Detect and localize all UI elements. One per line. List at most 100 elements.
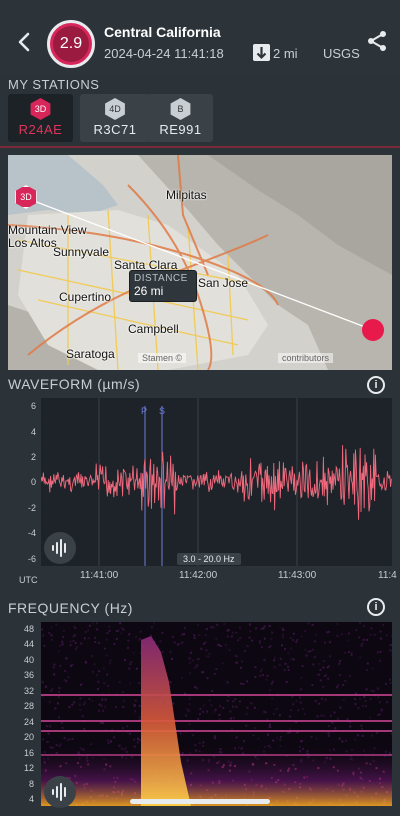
waveform-info-icon[interactable]: i [367, 376, 385, 394]
spectrogram-cell [246, 680, 249, 683]
spectrogram-cell [72, 635, 75, 638]
waveform-plot[interactable]: P S [40, 398, 392, 566]
waveform-audio-button[interactable] [44, 532, 76, 564]
spectrogram-cell [134, 699, 137, 702]
spectrogram-cell [119, 622, 122, 625]
spectrogram-cell [263, 625, 266, 628]
spectrogram-cell [258, 640, 261, 643]
spectrogram-cell [354, 703, 357, 706]
spectrogram-cell [391, 732, 392, 735]
spectrogram-cell [57, 702, 59, 705]
frequency-info-icon[interactable]: i [367, 598, 385, 616]
spectrogram-cell [173, 641, 176, 644]
spectrogram-cell [205, 649, 208, 652]
spectrogram-cell [210, 704, 213, 707]
spectrogram-cell [292, 703, 295, 706]
spectrogram-cell [72, 639, 75, 642]
frequency-y-tick: 48 [23, 624, 34, 634]
spectrogram-cell [279, 657, 282, 660]
spectrogram-cell [379, 659, 382, 662]
spectrogram-cell [232, 700, 235, 703]
spectrogram-cell [102, 722, 105, 724]
spectrogram-audio-button[interactable] [44, 776, 76, 808]
spectrogram-cell [67, 676, 70, 679]
station-tab-re991[interactable]: B RE991 [148, 94, 213, 142]
station-tab-r3c71[interactable]: 4D R3C71 [80, 94, 150, 142]
home-indicator[interactable] [130, 799, 270, 804]
spectrogram-cell [105, 638, 108, 641]
spectrogram-cell [98, 642, 100, 644]
spectrogram-cell [268, 625, 271, 627]
source-label: USGS [323, 46, 360, 61]
spectrogram-cell [362, 624, 365, 627]
map-attribution[interactable]: Stamen © [138, 353, 187, 363]
spectrogram-cell [336, 686, 338, 689]
spectrogram-cell [318, 663, 321, 665]
spectrogram-cell [327, 677, 330, 680]
share-icon[interactable] [366, 30, 388, 52]
spectrogram-cell [365, 705, 367, 708]
spectrogram-cell [259, 670, 262, 673]
sound-wave-icon [52, 783, 66, 801]
station-selector: 3D R24AE 4D R3C71 B RE991 [8, 94, 392, 142]
spectrogram-cell [380, 637, 382, 640]
spectrogram-cell [70, 665, 72, 668]
spectrogram-cell [94, 641, 97, 644]
spectrogram-cell [272, 713, 275, 715]
spectrogram-cell [183, 633, 186, 636]
spectrogram-cell [269, 726, 272, 729]
frequency-y-tick: 16 [23, 747, 34, 758]
spectrogram-cell [290, 647, 293, 650]
timezone-label: UTC [19, 575, 38, 585]
spectrogram-cell [85, 661, 88, 664]
spectrogram-cell [325, 673, 328, 676]
station-code: R24AE [18, 122, 63, 137]
spectrogram-cell [303, 713, 306, 715]
spectrogram-cell [55, 623, 58, 626]
spectrogram-cell [379, 650, 382, 653]
spectrogram-cell [391, 634, 392, 637]
spectrogram-cell [313, 640, 316, 643]
spectrogram-cell [354, 738, 357, 741]
station-tab-r24ae[interactable]: 3D R24AE [8, 94, 73, 142]
spectrogram-cell [57, 650, 60, 653]
spectrogram-cell [198, 634, 201, 636]
spectrogram-cell [179, 732, 182, 735]
spectrogram-cell [45, 685, 47, 688]
map-attribution-contributors[interactable]: contributors [278, 353, 334, 363]
frequency-y-tick: 40 [23, 654, 34, 665]
spectrogram-cell [311, 648, 314, 651]
map-station-badge: 3D [20, 192, 32, 202]
spectrogram-cell [221, 662, 224, 665]
frequency-y-tick: 28 [23, 701, 34, 712]
waveform-section-label: WAVEFORM (µm/s) [8, 376, 141, 392]
spectrogram-cell [200, 647, 203, 650]
spectrogram-cell [232, 631, 235, 634]
spectrogram-cell [137, 639, 140, 642]
spectrogram-cell [218, 714, 221, 716]
spectrogram-cell [243, 650, 246, 653]
back-arrow-icon[interactable] [12, 28, 36, 56]
spectrogram-cell [75, 646, 78, 649]
spectrogram-cell [265, 678, 268, 681]
spectrogram-cell [61, 640, 64, 643]
spectrogram-cell [281, 633, 284, 636]
spectrogram-cell [377, 713, 379, 716]
spectrogram-cell [53, 673, 56, 676]
spectrogram-cell [226, 629, 229, 632]
epicenter-marker[interactable] [362, 319, 384, 341]
spectrogram-plot[interactable] [41, 622, 392, 806]
spectrogram-cell [260, 646, 263, 649]
spectrogram-cell [363, 695, 366, 698]
spectrogram-cell [255, 627, 258, 630]
spectrogram-cell [320, 697, 323, 700]
spectrogram-cell [378, 701, 381, 704]
spectrogram-cell [253, 727, 256, 729]
spectrogram-cell [273, 659, 276, 662]
spectrogram-cell [314, 700, 317, 702]
spectrogram-cell [283, 669, 286, 672]
magnitude-value: 2.9 [53, 26, 89, 62]
station-map[interactable]: Milpitas Mountain View Los Altos Sunnyva… [8, 155, 392, 370]
spectrogram-cell [314, 633, 317, 636]
x-tick: 11:4 [378, 570, 397, 581]
